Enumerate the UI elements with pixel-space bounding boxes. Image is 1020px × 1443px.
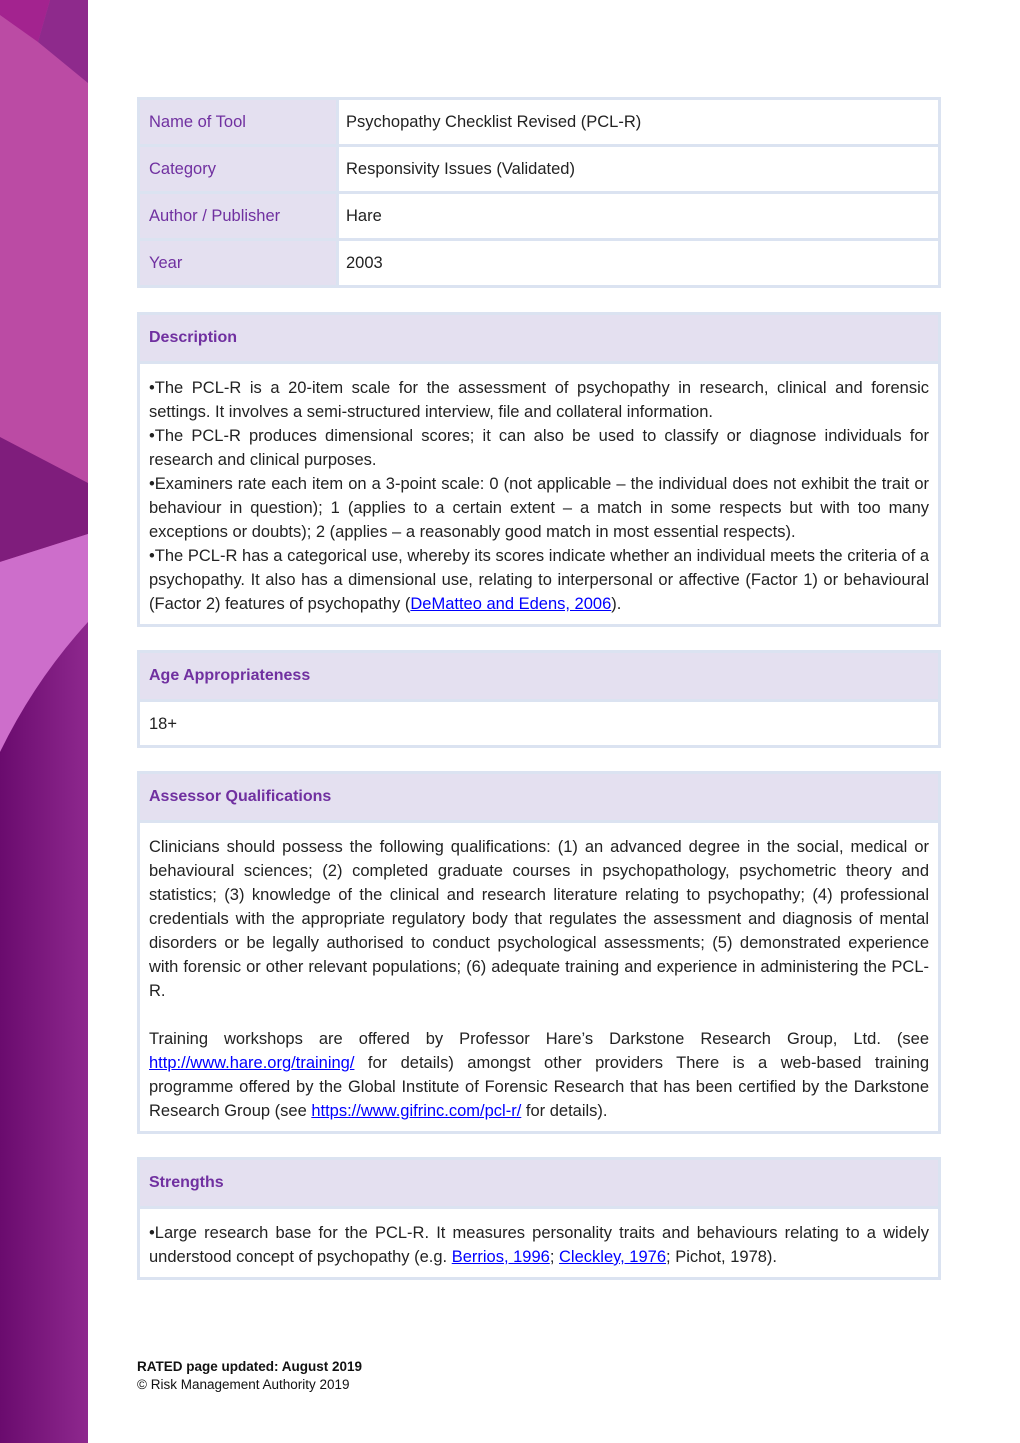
info-row-year: Year 2003	[140, 241, 938, 285]
hare-training-link[interactable]: http://www.hare.org/training/	[149, 1054, 354, 1072]
info-value: 2003	[339, 241, 938, 285]
description-section: Description •The PCL-R is a 20-item scal…	[137, 312, 941, 627]
tool-profile: Name of Tool Psychopathy Checklist Revis…	[137, 97, 941, 1280]
info-row-category: Category Responsivity Issues (Validated)	[140, 147, 938, 191]
section-heading: Age Appropriateness	[140, 653, 938, 699]
tool-info-table: Name of Tool Psychopathy Checklist Revis…	[137, 97, 941, 288]
gifrinc-link[interactable]: https://www.gifrinc.com/pcl-r/	[311, 1102, 521, 1120]
info-row-author: Author / Publisher Hare	[140, 194, 938, 238]
description-item: •The PCL-R is a 20-item scale for the as…	[149, 379, 929, 421]
training-paragraph: Training workshops are offered by Profes…	[149, 1030, 929, 1120]
info-value: Psychopathy Checklist Revised (PCL-R)	[339, 100, 938, 144]
section-heading: Strengths	[140, 1160, 938, 1206]
info-label: Year	[140, 241, 336, 285]
strengths-item: •Large research base for the PCL-R. It m…	[149, 1224, 929, 1266]
qualifications-body: Clinicians should possess the following …	[140, 823, 938, 1131]
section-heading: Description	[140, 315, 938, 361]
page-footer: RATED page updated: August 2019 © Risk M…	[137, 1358, 362, 1394]
info-label: Name of Tool	[140, 100, 336, 144]
qualifications-section: Assessor Qualifications Clinicians shoul…	[137, 771, 941, 1134]
copyright: © Risk Management Authority 2019	[137, 1377, 350, 1392]
section-heading: Assessor Qualifications	[140, 774, 938, 820]
decorative-sidebar	[0, 0, 88, 1443]
description-item: •The PCL-R has a categorical use, whereb…	[149, 547, 929, 613]
description-body: •The PCL-R is a 20-item scale for the as…	[140, 364, 938, 624]
info-label: Category	[140, 147, 336, 191]
age-section: Age Appropriateness 18+	[137, 650, 941, 748]
age-body: 18+	[140, 702, 938, 745]
qualifications-paragraph: Clinicians should possess the following …	[149, 838, 929, 1000]
description-item: •The PCL-R produces dimensional scores; …	[149, 427, 929, 469]
strengths-section: Strengths •Large research base for the P…	[137, 1157, 941, 1280]
strengths-body: •Large research base for the PCL-R. It m…	[140, 1209, 938, 1277]
dematteo-citation-link[interactable]: DeMatteo and Edens, 2006	[410, 595, 611, 613]
updated-date: RATED page updated: August 2019	[137, 1359, 363, 1374]
age-value: 18+	[149, 715, 177, 733]
berrios-citation-link[interactable]: Berrios, 1996	[452, 1248, 550, 1266]
description-item: •Examiners rate each item on a 3-point s…	[149, 475, 929, 541]
cleckley-citation-link[interactable]: Cleckley, 1976	[559, 1248, 666, 1266]
sidebar-graphic	[0, 0, 88, 1443]
info-label: Author / Publisher	[140, 194, 336, 238]
info-value: Responsivity Issues (Validated)	[339, 147, 938, 191]
info-value: Hare	[339, 194, 938, 238]
info-row-name: Name of Tool Psychopathy Checklist Revis…	[140, 100, 938, 144]
